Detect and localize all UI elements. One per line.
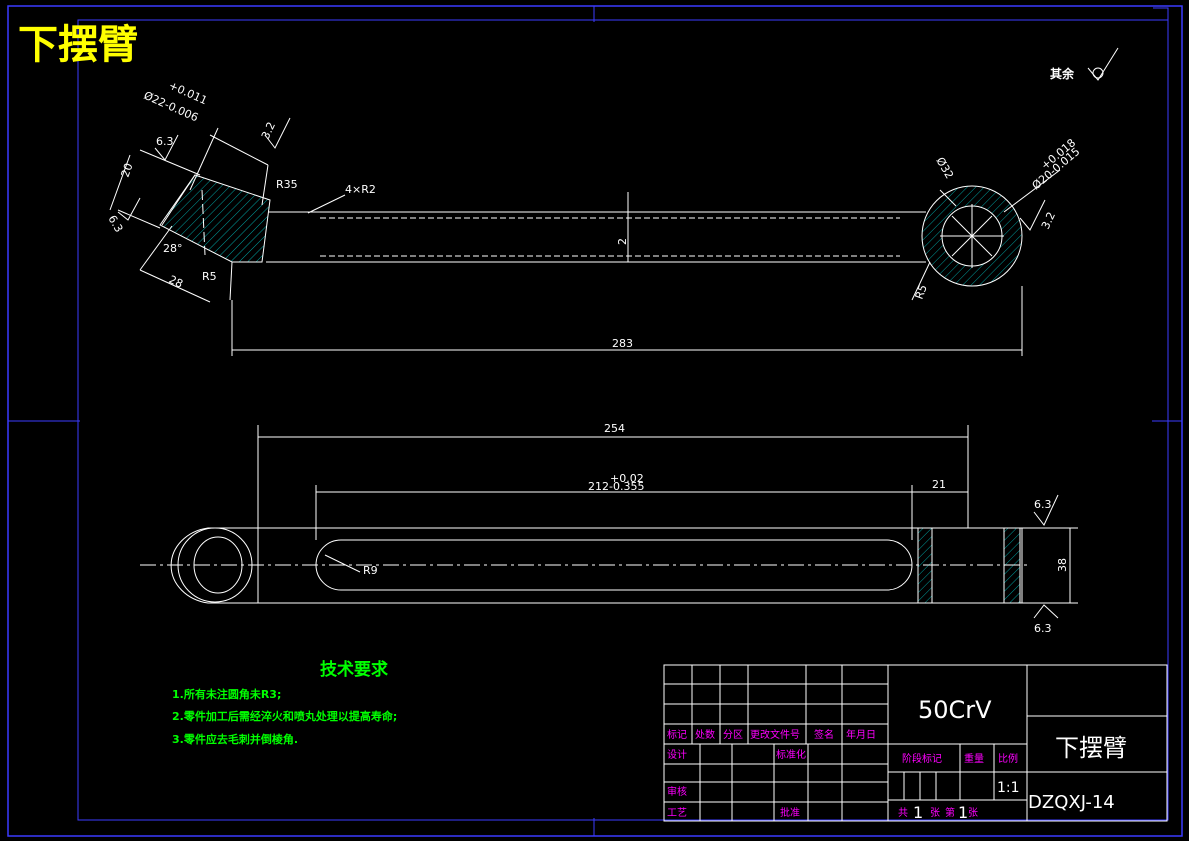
engineering-drawing: 下摆臂 其余 +0.011 Ø22-0.006 3.2 6.3 20 6.3 2… — [7, 5, 1183, 837]
tb-total-n: 1 — [913, 803, 923, 822]
rough-top: 6.3 — [1034, 498, 1052, 511]
tb-part-name: 下摆臂 — [1055, 734, 1127, 762]
height-38: 38 — [1056, 558, 1069, 572]
tb-ratio: 比例 — [998, 752, 1018, 765]
tb-header-date: 年月日 — [846, 728, 876, 741]
tech-requirements: 技术要求 1.所有未注圆角未R3; 2.零件加工后需经淬火和喷丸处理以提高寿命;… — [172, 659, 397, 746]
dia-32: Ø32 — [933, 155, 956, 181]
r5-right: R5 — [913, 283, 930, 301]
rough-bottom: 6.3 — [1034, 622, 1052, 635]
tech-item: 1.所有未注圆角未R3; — [172, 687, 281, 701]
tb-material: 50CrV — [918, 696, 992, 724]
length-283: 283 — [612, 337, 633, 350]
slot-main: 212-0.355 — [588, 480, 644, 493]
tech-item: 2.零件加工后需经淬火和喷丸处理以提高寿命; — [172, 709, 397, 723]
tb-page: 第 — [945, 806, 955, 819]
tb-sheet-unit: 张 — [930, 807, 940, 819]
rough-b: 6.3 — [156, 135, 174, 148]
tb-scale: 1:1 — [997, 780, 1020, 796]
surface-finish-note: 其余 — [1050, 47, 1119, 81]
length-254: 254 — [604, 422, 625, 435]
tb-page-unit: 张 — [968, 807, 978, 819]
tech-item: 3.零件应去毛刺并倒棱角. — [172, 732, 298, 746]
top-view — [109, 117, 1061, 356]
tb-approve: 批准 — [780, 806, 800, 819]
rough-right: 3.2 — [1039, 210, 1058, 231]
tb-standard: 标准化 — [776, 748, 806, 761]
tb-total: 共 — [898, 807, 908, 819]
tb-page-n: 1 — [958, 803, 968, 822]
tb-review: 审核 — [667, 785, 687, 798]
dim-20: 20 — [119, 161, 136, 179]
dim-21: 21 — [932, 478, 946, 491]
tb-stage: 阶段标记 — [902, 752, 942, 765]
r35: R35 — [276, 178, 298, 191]
tb-drawing-no: DZQXJ-14 — [1028, 792, 1115, 813]
tech-heading: 技术要求 — [320, 659, 388, 680]
tb-design: 设计 — [667, 748, 687, 761]
r5-left: R5 — [202, 270, 217, 283]
tb-weight: 重量 — [964, 752, 984, 765]
tb-header-zone: 分区 — [723, 729, 743, 741]
bottom-view — [140, 425, 1078, 619]
tb-header-mark: 标记 — [667, 729, 687, 741]
dim-28: 28 — [167, 273, 185, 291]
drawing-title: 下摆臂 — [18, 22, 138, 68]
surface-note-label: 其余 — [1050, 66, 1075, 81]
fillets: 4×R2 — [345, 183, 376, 196]
angle-28: 28° — [163, 242, 183, 255]
tb-header-change: 更改文件号 — [750, 728, 800, 741]
tb-process: 工艺 — [667, 807, 687, 819]
r9: R9 — [363, 564, 378, 577]
rough-c: 6.3 — [105, 213, 125, 235]
tb-header-count: 处数 — [695, 728, 715, 741]
dim-2: 2 — [616, 238, 629, 245]
tb-header-sign: 签名 — [814, 728, 834, 741]
title-block-text: 标记 处数 分区 更改文件号 签名 年月日 设计 标准化 审核 工艺 批准 阶段… — [667, 696, 1127, 822]
rough-a: 3.2 — [259, 120, 278, 141]
